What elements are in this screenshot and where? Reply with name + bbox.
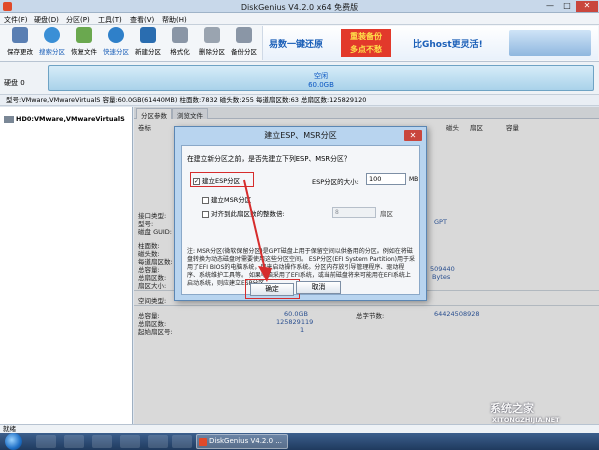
tree-item-hd0[interactable]: HD0:VMware,VMwareVirtualS: [4, 115, 125, 123]
disk-bar-status: 空闲: [314, 72, 328, 80]
esp-size-label: ESP分区的大小:: [312, 178, 359, 186]
menu-view[interactable]: 查看(V): [130, 15, 154, 25]
title-bar: DiskGenius V4.2.0 x64 免费版 — □ ✕: [0, 0, 599, 13]
windows-taskbar: DiskGenius V4.2.0 ...: [0, 433, 599, 450]
toolbar-label: 快速分区: [103, 48, 129, 56]
menu-disk[interactable]: 硬盘(D): [34, 15, 59, 25]
ad-banner[interactable]: 易数一键还原 重装备份 多点不愁 比Ghost更灵活!: [262, 26, 598, 60]
window-title: DiskGenius V4.2.0 x64 免费版: [240, 3, 359, 12]
toolbar-label: 保存更改: [7, 48, 33, 56]
toolbar-label: 备份分区: [231, 48, 257, 56]
esp-size-unit: MB: [409, 176, 419, 183]
checkbox-box: [202, 210, 209, 218]
menu-help[interactable]: 帮助(H): [162, 15, 187, 25]
banner-restore-text: 易数一键还原: [269, 40, 324, 50]
menu-file[interactable]: 文件(F): [4, 15, 28, 25]
save-icon: [12, 27, 28, 43]
ie-icon[interactable]: [36, 435, 56, 448]
toolbar-delete-partition-button[interactable]: 删除分区: [198, 27, 226, 60]
backup-partition-icon: [236, 27, 252, 43]
app-icon-3[interactable]: [172, 435, 192, 448]
toolbar-label: 删除分区: [199, 48, 225, 56]
cmd-icon[interactable]: [92, 435, 112, 448]
toolbar-backup-partition-button[interactable]: 备份分区: [230, 27, 258, 60]
cancel-button[interactable]: 取消: [296, 281, 341, 294]
toolbar-label: 新建分区: [135, 48, 161, 56]
minimize-button[interactable]: —: [541, 1, 559, 12]
checkmark-icon: ✓: [193, 177, 200, 185]
disk-label: 硬盘 0: [4, 79, 25, 87]
start-button[interactable]: [5, 433, 22, 450]
menu-bar: 文件(F) 硬盘(D) 分区(P) 工具(T) 查看(V) 帮助(H): [0, 13, 599, 25]
ok-button[interactable]: 确定: [250, 283, 294, 296]
esp-checkbox-label: 建立ESP分区: [202, 177, 241, 185]
banner-promo: 重装备份 多点不愁: [341, 29, 391, 57]
watermark-url: XITONGZHIJIA.NET: [492, 416, 560, 424]
banner-ghost-text: 比Ghost更灵活!: [413, 40, 483, 50]
maximize-button[interactable]: □: [558, 1, 576, 12]
search-partition-icon: [44, 27, 60, 43]
toolbar-label: 恢复文件: [71, 48, 97, 56]
esp-checkbox[interactable]: ✓ 建立ESP分区: [193, 175, 240, 185]
delete-partition-icon: [204, 27, 220, 43]
disk-bar-size: 60.0GB: [308, 81, 334, 89]
watermark-logo: 系统之家: [490, 402, 534, 415]
toolbar-recover-file-button[interactable]: 恢复文件: [70, 27, 98, 60]
toolbar-save-button[interactable]: 保存更改: [6, 27, 34, 60]
toolbar-label: 格式化: [170, 48, 190, 56]
banner-promo-line2: 多点不愁: [350, 45, 382, 54]
explorer-icon[interactable]: [64, 435, 84, 448]
app-icon-2[interactable]: [148, 435, 168, 448]
banner-promo-line1: 重装备份: [350, 32, 382, 41]
menu-partition[interactable]: 分区(P): [66, 15, 90, 25]
dialog-title: 建立ESP、MSR分区: [264, 131, 337, 140]
red-arrow-annotation: [243, 179, 272, 282]
quick-partition-icon: [108, 27, 124, 43]
create-esp-msr-dialog: 建立ESP、MSR分区 ✕ 在建立新分区之前，是否先建立下列ESP、MSR分区？…: [174, 126, 427, 301]
toolbar-search-partition-button[interactable]: 搜索分区: [38, 27, 66, 60]
format-icon: [172, 27, 188, 43]
disk-map-area: 硬盘 0 空闲 60.0GB: [0, 62, 599, 94]
disk-tree-pane: HD0:VMware,VMwareVirtualS: [0, 107, 133, 424]
dialog-body: 在建立新分区之前，是否先建立下列ESP、MSR分区？ ✓ 建立ESP分区 ESP分…: [181, 145, 420, 295]
new-partition-icon: [140, 27, 156, 43]
taskbar-diskgenius[interactable]: DiskGenius V4.2.0 ...: [196, 434, 288, 449]
app-icon-1[interactable]: [120, 435, 140, 448]
hard-disk-icon: [4, 115, 14, 123]
computers-image: [509, 30, 591, 56]
status-bar: 就绪: [0, 424, 599, 433]
esp-size-input[interactable]: 100: [366, 173, 406, 185]
align-sector-select[interactable]: 8: [332, 207, 376, 218]
dialog-question: 在建立新分区之前，是否先建立下列ESP、MSR分区？: [187, 155, 351, 163]
checkbox-box: [202, 196, 209, 204]
disk-info-line: 型号:VMware,VMwareVirtualS 容量:60.0GB(61440…: [0, 94, 599, 106]
disk-free-space-bar[interactable]: 空闲 60.0GB: [48, 65, 594, 91]
toolbar-format-button[interactable]: 格式化: [166, 27, 194, 60]
align-unit: 扇区: [380, 210, 393, 218]
menu-tools[interactable]: 工具(T): [98, 15, 122, 25]
tree-item-label: HD0:VMware,VMwareVirtualS: [16, 115, 125, 123]
toolbar-new-partition-button[interactable]: 新建分区: [134, 27, 162, 60]
toolbar-quick-partition-button[interactable]: 快速分区: [102, 27, 130, 60]
recover-file-icon: [76, 27, 92, 43]
dialog-close-button[interactable]: ✕: [404, 130, 422, 141]
toolbar-label: 搜索分区: [39, 48, 65, 56]
close-window-button[interactable]: ✕: [576, 1, 598, 12]
